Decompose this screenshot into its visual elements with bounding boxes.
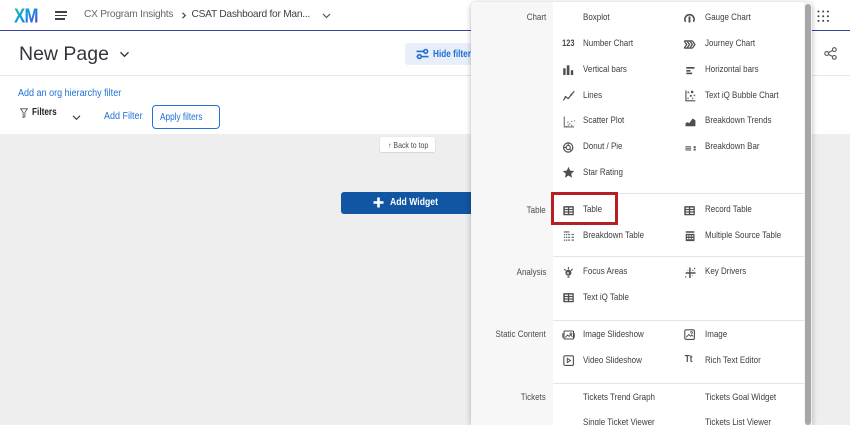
svg-text:XM: XM	[14, 8, 38, 24]
